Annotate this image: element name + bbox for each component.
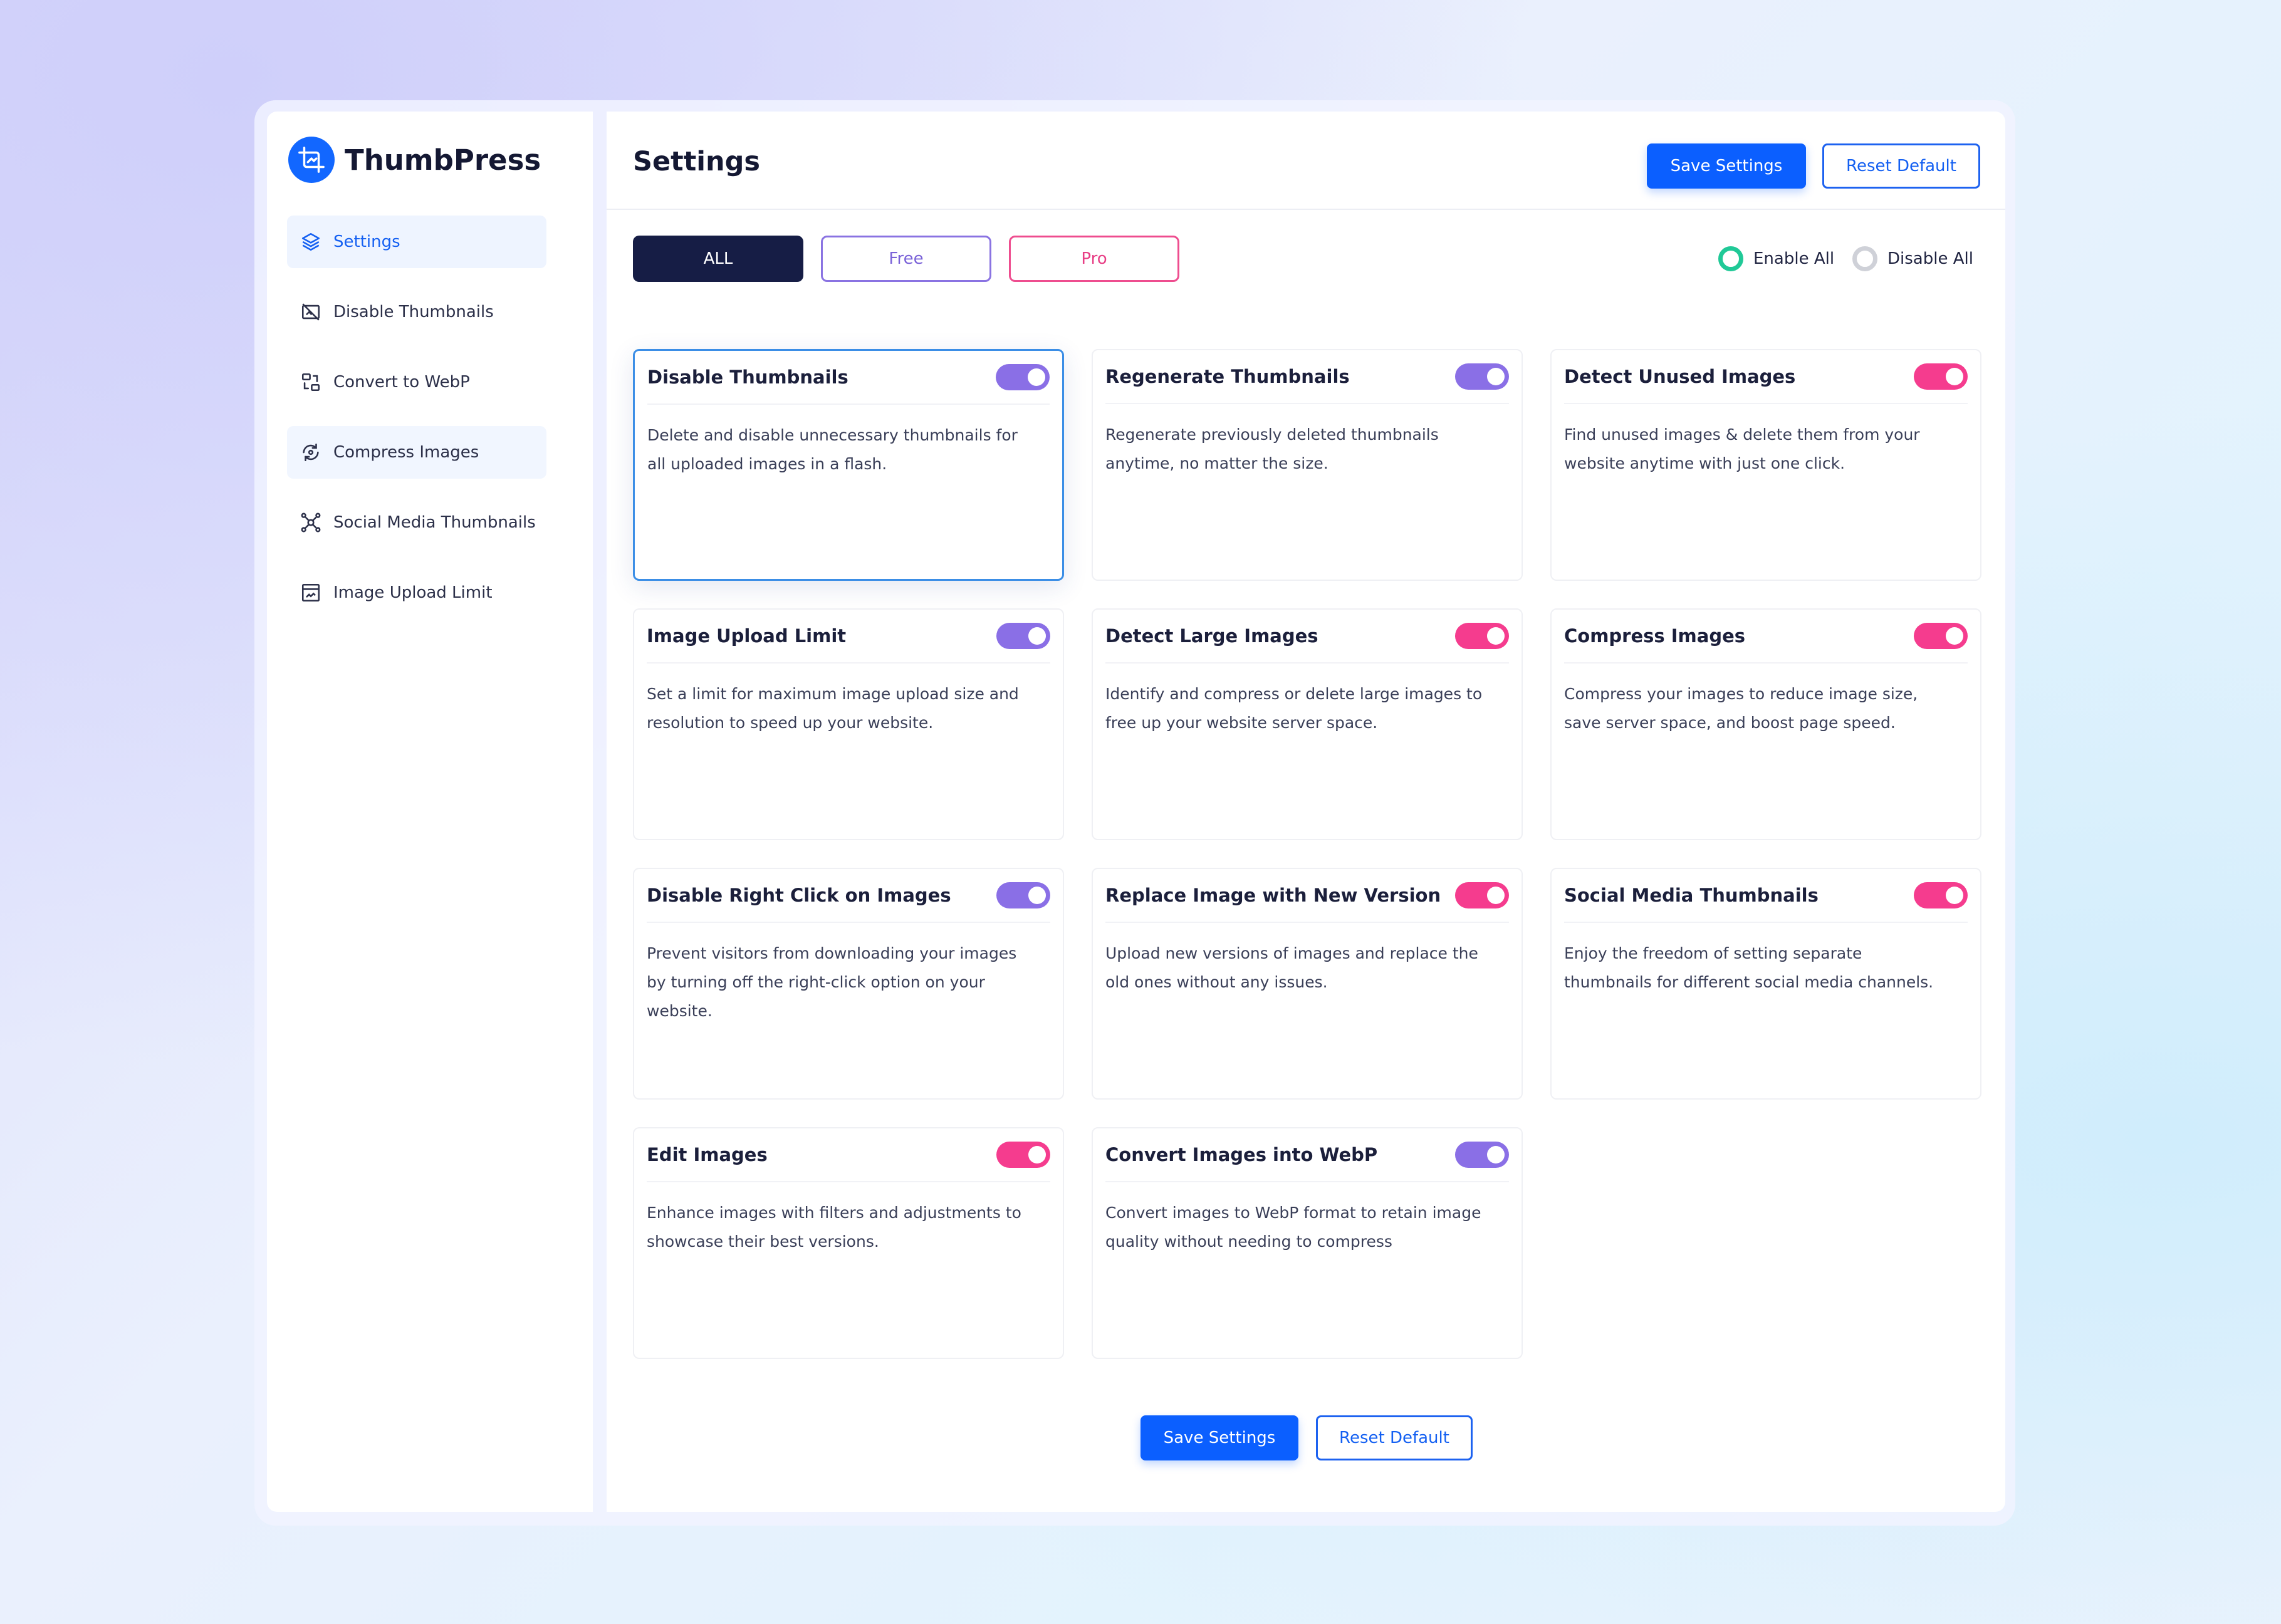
- layers-icon: [300, 231, 322, 253]
- share-icon: [300, 511, 322, 534]
- module-toggle[interactable]: [1914, 363, 1968, 390]
- toggle-knob: [1946, 368, 1963, 385]
- card-title: Disable Thumbnails: [647, 367, 848, 388]
- header-divider: [607, 209, 2005, 210]
- image-off-icon: [300, 301, 322, 323]
- footer-reset-default-button[interactable]: Reset Default: [1316, 1415, 1473, 1460]
- convert-icon: [300, 371, 322, 393]
- card-description: Find unused images & delete them from yo…: [1564, 425, 1920, 472]
- module-card-regenerate-thumbnails[interactable]: Regenerate Thumbnails Regenerate previou…: [1092, 349, 1523, 581]
- disable-all-radio[interactable]: [1852, 246, 1877, 271]
- module-toggle[interactable]: [1455, 882, 1509, 908]
- card-description: Prevent visitors from downloading your i…: [647, 944, 1017, 1020]
- module-toggle[interactable]: [1455, 363, 1509, 390]
- card-description: Upload new versions of images and replac…: [1105, 944, 1478, 991]
- module-card-disable-thumbnails[interactable]: Disable Thumbnails Delete and disable un…: [633, 349, 1064, 581]
- module-card-upload-limit[interactable]: Image Upload Limit Set a limit for maxim…: [633, 608, 1064, 840]
- module-card-replace-image[interactable]: Replace Image with New Version Upload ne…: [1092, 868, 1523, 1100]
- enable-all-option[interactable]: Enable All: [1718, 246, 1834, 271]
- card-title: Image Upload Limit: [647, 625, 847, 647]
- sidebar-item-label: Settings: [333, 232, 400, 251]
- module-card-social-media[interactable]: Social Media Thumbnails Enjoy the freedo…: [1550, 868, 1981, 1100]
- tab-all[interactable]: ALL: [633, 236, 803, 282]
- toggle-knob: [1487, 887, 1505, 904]
- page-title: Settings: [633, 146, 760, 177]
- reset-default-button[interactable]: Reset Default: [1822, 143, 1980, 189]
- card-description: Regenerate previously deleted thumbnails…: [1105, 425, 1439, 472]
- toggle-knob: [1028, 887, 1046, 904]
- module-card-convert-webp[interactable]: Convert Images into WebP Convert images …: [1092, 1127, 1523, 1359]
- card-title: Social Media Thumbnails: [1564, 885, 1819, 906]
- compress-icon: [300, 441, 322, 464]
- card-title: Detect Unused Images: [1564, 366, 1796, 387]
- module-toggle[interactable]: [996, 1142, 1050, 1168]
- card-title: Disable Right Click on Images: [647, 885, 951, 906]
- module-toggle[interactable]: [1455, 1142, 1509, 1168]
- module-toggle[interactable]: [1914, 623, 1968, 649]
- sidebar-item-social-media[interactable]: Social Media Thumbnails: [287, 496, 546, 549]
- sidebar-item-label: Compress Images: [333, 443, 479, 462]
- card-title: Compress Images: [1564, 625, 1746, 647]
- card-description: Enhance images with filters and adjustme…: [647, 1204, 1021, 1251]
- module-card-edit-images[interactable]: Edit Images Enhance images with filters …: [633, 1127, 1064, 1359]
- toggle-knob: [1946, 627, 1963, 645]
- module-card-detect-large[interactable]: Detect Large Images Identify and compres…: [1092, 608, 1523, 840]
- card-title: Regenerate Thumbnails: [1105, 366, 1350, 387]
- crop-icon: [288, 137, 335, 183]
- enable-all-label: Enable All: [1753, 249, 1835, 268]
- module-card-disable-right-click[interactable]: Disable Right Click on Images Prevent vi…: [633, 868, 1064, 1100]
- card-title: Replace Image with New Version: [1105, 885, 1441, 906]
- toggle-knob: [1946, 887, 1963, 904]
- card-description: Enjoy the freedom of setting separate th…: [1564, 944, 1934, 991]
- toggle-knob: [1487, 627, 1505, 645]
- module-toggle[interactable]: [996, 364, 1050, 390]
- card-description: Set a limit for maximum image upload siz…: [647, 685, 1019, 732]
- toggle-knob: [1028, 627, 1046, 645]
- tab-pro[interactable]: Pro: [1009, 236, 1179, 282]
- tab-free[interactable]: Free: [821, 236, 991, 282]
- save-settings-button[interactable]: Save Settings: [1647, 143, 1806, 189]
- sidebar-item-disable-thumbnails[interactable]: Disable Thumbnails: [287, 286, 546, 338]
- card-description: Delete and disable unnecessary thumbnail…: [647, 426, 1018, 473]
- sidebar-item-label: Disable Thumbnails: [333, 303, 494, 321]
- brand-logo[interactable]: ThumbPress: [288, 137, 541, 183]
- module-toggle[interactable]: [1914, 882, 1968, 908]
- card-description: Convert images to WebP format to retain …: [1105, 1204, 1481, 1251]
- sidebar-item-convert-webp[interactable]: Convert to WebP: [287, 356, 546, 409]
- module-toggle[interactable]: [1455, 623, 1509, 649]
- card-title: Detect Large Images: [1105, 625, 1318, 647]
- card-description: Compress your images to reduce image siz…: [1564, 685, 1918, 732]
- brand-name: ThumbPress: [345, 143, 541, 177]
- module-card-detect-unused[interactable]: Detect Unused Images Find unused images …: [1550, 349, 1981, 581]
- sidebar-item-compress-images[interactable]: Compress Images: [287, 426, 546, 479]
- module-toggle[interactable]: [996, 882, 1050, 908]
- upload-limit-icon: [300, 581, 322, 604]
- toggle-knob: [1487, 368, 1505, 385]
- sidebar-item-label: Social Media Thumbnails: [333, 513, 536, 532]
- sidebar-item-label: Convert to WebP: [333, 373, 470, 392]
- toggle-knob: [1487, 1146, 1505, 1163]
- enable-all-radio[interactable]: [1718, 246, 1743, 271]
- module-toggle[interactable]: [996, 623, 1050, 649]
- sidebar-item-settings[interactable]: Settings: [287, 216, 546, 268]
- toggle-knob: [1028, 1146, 1046, 1163]
- card-title: Edit Images: [647, 1144, 768, 1165]
- card-title: Convert Images into WebP: [1105, 1144, 1378, 1165]
- sidebar-nav: Settings Disable Thumbnails Convert to W…: [287, 216, 546, 637]
- sidebar-item-upload-limit[interactable]: Image Upload Limit: [287, 566, 546, 619]
- disable-all-label: Disable All: [1887, 249, 1973, 268]
- module-card-compress-images[interactable]: Compress Images Compress your images to …: [1550, 608, 1981, 840]
- disable-all-option[interactable]: Disable All: [1852, 246, 1973, 271]
- card-description: Identify and compress or delete large im…: [1105, 685, 1483, 732]
- footer-save-settings-button[interactable]: Save Settings: [1140, 1415, 1298, 1460]
- toggle-knob: [1028, 368, 1045, 386]
- sidebar-item-label: Image Upload Limit: [333, 583, 493, 602]
